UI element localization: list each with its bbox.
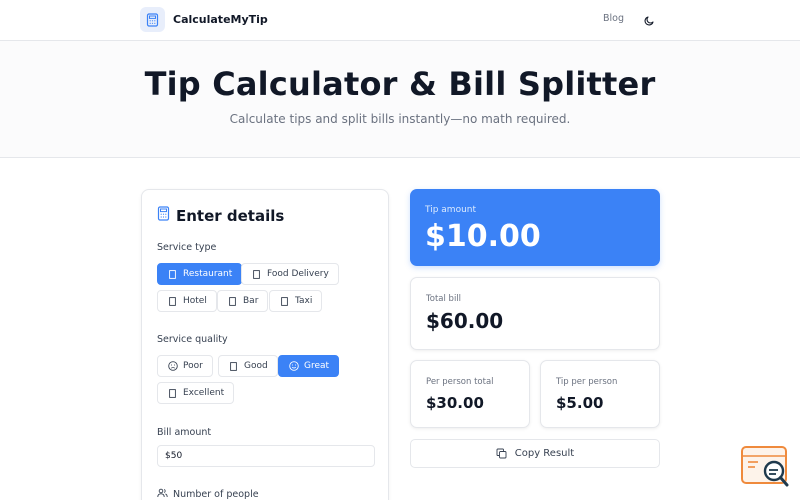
service-quality-label: Service quality	[157, 334, 228, 345]
card-header: Enter details	[157, 206, 284, 225]
calculator-icon	[140, 7, 165, 32]
box-icon	[228, 361, 239, 372]
tip-per-person-label: Tip per person	[556, 377, 618, 387]
service-type-taxi[interactable]: Taxi	[269, 290, 323, 312]
copy-result-label: Copy Result	[514, 448, 575, 459]
chip-label: Taxi	[295, 296, 313, 306]
total-bill-value: $60.00	[426, 309, 504, 333]
bill-amount-label: Bill amount	[157, 427, 212, 438]
users-icon	[157, 488, 173, 500]
smile-icon	[288, 361, 299, 372]
chip-label: Good	[244, 361, 268, 371]
per-person-total-card: Per person total $30.00	[410, 360, 530, 428]
service-type-label: Service type	[157, 242, 217, 253]
brand-link[interactable]: CalculateMyTip	[140, 7, 268, 32]
service-type-bar[interactable]: Bar	[217, 290, 269, 312]
page-subtitle: Calculate tips and split bills instantly…	[229, 112, 571, 126]
tip-amount-value: $10.00	[425, 219, 541, 254]
search-widget-icon[interactable]	[740, 443, 790, 489]
hero-section: Tip Calculator & Bill Splitter Calculate…	[0, 41, 800, 158]
people-label: Number of people	[173, 489, 259, 500]
box-icon	[167, 388, 178, 399]
tip-per-person-value: $5.00	[556, 394, 604, 412]
quality-excellent[interactable]: Excellent	[157, 382, 235, 404]
moon-icon[interactable]	[642, 13, 656, 27]
frown-icon	[167, 361, 178, 372]
chip-label: Restaurant	[183, 269, 233, 279]
page-title: Tip Calculator & Bill Splitter	[144, 65, 656, 103]
nav-blog-link[interactable]: Blog	[603, 13, 624, 24]
total-bill-card: Total bill $60.00	[410, 277, 660, 350]
chip-label: Poor	[183, 361, 203, 371]
tip-amount-card: Tip amount $10.00	[410, 189, 660, 266]
card-title: Enter details	[176, 206, 285, 225]
quality-great[interactable]: Great	[278, 355, 340, 377]
calculator-icon	[157, 206, 170, 225]
copy-icon	[496, 448, 507, 459]
service-type-hotel[interactable]: Hotel	[157, 290, 217, 312]
chip-label: Food Delivery	[267, 269, 329, 279]
chip-label: Hotel	[183, 296, 207, 306]
people-label-row: Number of people	[157, 488, 259, 500]
tip-amount-label: Tip amount	[425, 205, 477, 215]
total-bill-label: Total bill	[426, 294, 462, 304]
box-icon	[167, 296, 178, 307]
quality-good[interactable]: Good	[218, 355, 278, 377]
service-type-food-delivery[interactable]: Food Delivery	[241, 263, 339, 285]
per-person-total-label: Per person total	[426, 377, 494, 387]
chip-label: Excellent	[183, 388, 225, 398]
per-person-total-value: $30.00	[426, 394, 484, 412]
tip-per-person-card: Tip per person $5.00	[540, 360, 660, 428]
bill-amount-input[interactable]	[157, 445, 375, 467]
top-navbar: CalculateMyTip Blog	[0, 0, 800, 41]
box-icon	[279, 296, 290, 307]
box-icon	[227, 296, 238, 307]
box-icon	[251, 269, 262, 280]
copy-result-button[interactable]: Copy Result	[410, 439, 660, 468]
quality-poor[interactable]: Poor	[157, 355, 213, 377]
service-type-restaurant[interactable]: Restaurant	[157, 263, 243, 285]
box-icon	[167, 269, 178, 280]
chip-label: Bar	[243, 296, 259, 306]
brand-name: CalculateMyTip	[173, 13, 268, 26]
chip-label: Great	[304, 361, 330, 371]
details-card: Enter details Service type Restaurant Fo…	[141, 189, 389, 500]
